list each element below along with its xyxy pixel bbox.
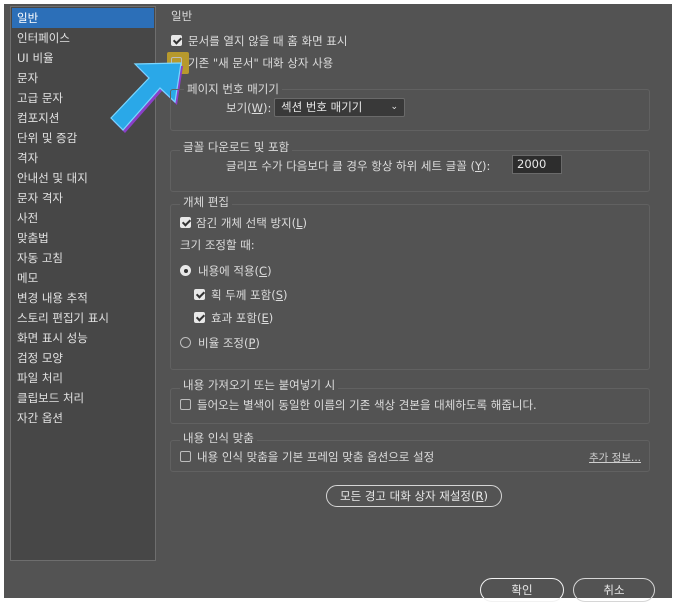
sidebar-item-interface[interactable]: 인터페이스 xyxy=(12,28,154,48)
sidebar-item-autocorrect[interactable]: 자동 고침 xyxy=(12,248,154,268)
adjust-scaling-radio[interactable] xyxy=(180,337,191,348)
show-home-label: 문서를 열지 않을 때 홈 화면 표시 xyxy=(188,34,348,48)
sidebar-item-guides-pasteboard[interactable]: 안내선 및 대지 xyxy=(12,168,154,188)
sidebar-item-appearance-of-black[interactable]: 검정 모양 xyxy=(12,348,154,368)
subset-glyph-count-input[interactable]: 2000 xyxy=(512,155,562,174)
page-numbering-view-select[interactable]: 섹션 번호 매기기 ⌄ xyxy=(274,98,405,117)
reset-all-warnings-button[interactable]: 모든 경고 대화 상자 재설정(R) xyxy=(326,485,502,507)
sidebar-item-general[interactable]: 일반 xyxy=(12,8,154,28)
adjust-scaling-label: 비율 조정(P) xyxy=(198,336,260,350)
more-info-link[interactable]: 추가 정보... xyxy=(589,450,641,465)
page-numbering-title: 페이지 번호 매기기 xyxy=(184,81,282,97)
include-stroke-weight-checkbox[interactable] xyxy=(194,289,205,300)
sidebar-item-display-performance[interactable]: 화면 표시 성능 xyxy=(12,328,154,348)
sidebar-item-grids[interactable]: 격자 xyxy=(12,148,154,168)
section-title-general: 일반 xyxy=(171,9,193,23)
sidebar-item-spelling[interactable]: 맞춤법 xyxy=(12,228,154,248)
prevent-locked-selection-checkbox[interactable] xyxy=(180,217,191,228)
include-effects-checkbox[interactable] xyxy=(194,312,205,323)
cancel-button[interactable]: 취소 xyxy=(573,578,655,602)
show-home-checkbox[interactable] xyxy=(171,35,182,46)
content-aware-fit-title: 내용 인식 맞춤 xyxy=(180,430,257,446)
import-paste-title: 내용 가져오기 또는 붙여넣기 시 xyxy=(180,377,339,393)
replace-swatch-label: 들어오는 별색이 동일한 이름의 기존 색상 견본을 대체하도록 해줍니다. xyxy=(197,398,537,412)
page-numbering-view-value: 섹션 번호 매기기 xyxy=(281,100,363,114)
prevent-locked-selection-label: 잠긴 개체 선택 방지(L) xyxy=(196,216,308,230)
include-stroke-weight-label: 획 두께 포함(S) xyxy=(211,288,288,302)
include-effects-label: 효과 포함(E) xyxy=(211,311,274,325)
ok-button[interactable]: 확인 xyxy=(480,578,564,602)
chevron-down-icon: ⌄ xyxy=(390,102,398,112)
content-aware-default-checkbox[interactable] xyxy=(180,451,191,462)
apply-to-content-label: 내용에 적용(C) xyxy=(198,264,272,278)
sidebar-item-kinsoku[interactable]: 자간 옵션 xyxy=(12,408,154,428)
sidebar-item-dictionary[interactable]: 사전 xyxy=(12,208,154,228)
sidebar-item-clipboard-handling[interactable]: 클립보드 처리 xyxy=(12,388,154,408)
apply-to-content-radio[interactable] xyxy=(180,265,191,276)
sidebar-item-track-changes[interactable]: 변경 내용 추적 xyxy=(12,288,154,308)
sidebar-item-file-handling[interactable]: 파일 처리 xyxy=(12,368,154,388)
object-editing-title: 개체 편집 xyxy=(180,194,232,210)
subset-fonts-label: 글리프 수가 다음보다 클 경우 항상 하위 세트 글꼴 (Y): xyxy=(226,159,491,173)
replace-swatch-checkbox[interactable] xyxy=(180,399,191,410)
sidebar-item-story-editor[interactable]: 스토리 편집기 표시 xyxy=(12,308,154,328)
font-downloading-title: 글꼴 다운로드 및 포함 xyxy=(180,139,293,155)
preferences-dialog: 일반 인터페이스 UI 비율 문자 고급 문자 컴포지션 단위 및 증감 격자 … xyxy=(4,4,672,602)
content-aware-default-label: 내용 인식 맞춤을 기본 프레임 맞춤 옵션으로 설정 xyxy=(197,450,435,464)
when-scaling-label: 크기 조정할 때: xyxy=(180,238,255,252)
legacy-new-document-label: 기존 "새 문서" 대화 상자 사용 xyxy=(188,56,334,70)
sidebar-item-frame-grid[interactable]: 문자 격자 xyxy=(12,188,154,208)
sidebar-item-notes[interactable]: 메모 xyxy=(12,268,154,288)
view-label: 보기(W): xyxy=(226,101,272,115)
